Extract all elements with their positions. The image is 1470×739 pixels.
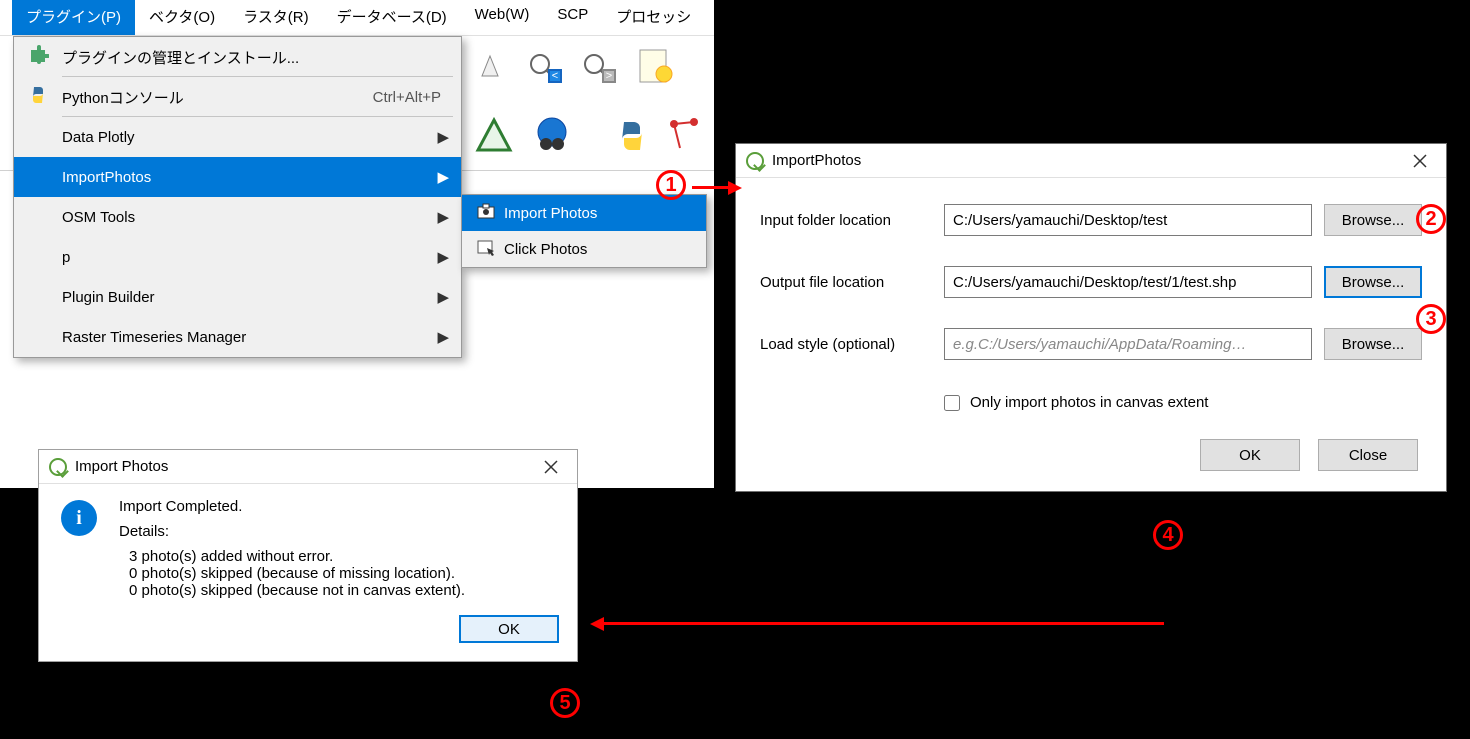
menu-vector[interactable]: ベクタ(O): [135, 0, 229, 35]
output-file-row: Output file location Browse...: [760, 266, 1422, 298]
puzzle-icon: [20, 44, 56, 71]
submenu-import-label: Import Photos: [504, 205, 597, 222]
menu-web[interactable]: Web(W): [461, 0, 544, 35]
python-icon: [20, 84, 56, 111]
plugin-menu-builder-label: Plugin Builder: [56, 289, 437, 306]
import-ok-button[interactable]: OK: [1200, 439, 1300, 471]
plugin-menu-p[interactable]: p ▶: [14, 237, 461, 277]
annotation-2: 2: [1416, 204, 1446, 234]
menu-scp[interactable]: SCP: [543, 0, 602, 35]
plugin-menu-p-label: p: [56, 249, 437, 266]
menu-plugin[interactable]: プラグイン(P): [12, 0, 135, 35]
info-icon: i: [61, 500, 97, 536]
input-browse-button[interactable]: Browse...: [1324, 204, 1422, 236]
importphotos-dialog: ImportPhotos Input folder location Brows…: [735, 143, 1447, 492]
import-title: ImportPhotos: [772, 152, 861, 169]
qgis-icon: [49, 458, 67, 476]
menu-raster[interactable]: ラスタ(R): [229, 0, 323, 35]
qgis-window: プラグイン(P) ベクタ(O) ラスタ(R) データベース(D) Web(W) …: [0, 0, 714, 488]
result-ok-button[interactable]: OK: [459, 615, 559, 643]
load-style-row: Load style (optional) Browse...: [760, 328, 1422, 360]
plugin-menu-manage[interactable]: プラグインの管理とインストール...: [14, 37, 461, 77]
annotation-3: 3: [1416, 304, 1446, 334]
load-style-field[interactable]: [944, 328, 1312, 360]
extent-checkbox-row: Only import photos in canvas extent: [944, 394, 1422, 411]
plugin-menu-python[interactable]: Pythonコンソール Ctrl+Alt+P: [14, 77, 461, 117]
menu-processing[interactable]: プロセッシ: [602, 0, 705, 35]
plugin-menu-dataplotly[interactable]: Data Plotly ▶: [14, 117, 461, 157]
import-titlebar: ImportPhotos: [736, 144, 1446, 178]
plugin-menu-importphotos-label: ImportPhotos: [56, 169, 437, 186]
svg-text:>: >: [606, 70, 612, 82]
importphotos-submenu: Import Photos Click Photos: [461, 194, 707, 268]
extent-checkbox[interactable]: [944, 395, 960, 411]
import-close-button[interactable]: Close: [1318, 439, 1418, 471]
submenu-click-label: Click Photos: [504, 241, 587, 258]
arrow-1-to-dialog: [692, 186, 728, 189]
submenu-arrow-icon: ▶: [437, 168, 449, 186]
result-titlebar: Import Photos: [39, 450, 577, 484]
arrow-dialog-to-result: [604, 622, 1164, 625]
svg-text:<: <: [552, 70, 558, 82]
output-file-label: Output file location: [760, 274, 932, 291]
submenu-arrow-icon: ▶: [437, 288, 449, 306]
annotation-5: 5: [550, 688, 580, 718]
camera-import-icon: [468, 200, 504, 226]
click-photo-icon: [468, 236, 504, 262]
close-button[interactable]: [1400, 146, 1440, 176]
input-folder-row: Input folder location Browse...: [760, 204, 1422, 236]
plugin-menu-builder[interactable]: Plugin Builder ▶: [14, 277, 461, 317]
plugin-menu-osm[interactable]: OSM Tools ▶: [14, 197, 461, 237]
result-line-2: 0 photo(s) skipped (because of missing l…: [119, 565, 465, 582]
result-line-3: 0 photo(s) skipped (because not in canva…: [119, 582, 465, 599]
menubar: プラグイン(P) ベクタ(O) ラスタ(R) データベース(D) Web(W) …: [0, 0, 714, 36]
triangle-green-icon[interactable]: [472, 114, 516, 158]
plugin-menu-python-shortcut: Ctrl+Alt+P: [373, 89, 441, 106]
output-browse-button[interactable]: Browse...: [1324, 266, 1422, 298]
submenu-arrow-icon: ▶: [437, 248, 449, 266]
globe-search-icon[interactable]: [530, 114, 574, 158]
close-button[interactable]: [531, 452, 571, 482]
load-style-label: Load style (optional): [760, 336, 932, 353]
plugin-menu: プラグインの管理とインストール... Pythonコンソール Ctrl+Alt+…: [13, 36, 462, 358]
output-file-field[interactable]: [944, 266, 1312, 298]
plugin-menu-manage-label: プラグインの管理とインストール...: [56, 47, 449, 68]
plugin-menu-rts-label: Raster Timeseries Manager: [56, 329, 437, 346]
annotation-1: 1: [656, 170, 686, 200]
zoom-next-icon[interactable]: >: [576, 46, 620, 90]
plugin-menu-rts[interactable]: Raster Timeseries Manager ▶: [14, 317, 461, 357]
import-result-dialog: Import Photos i Import Completed. Detail…: [38, 449, 578, 662]
plugin-menu-importphotos[interactable]: ImportPhotos ▶: [14, 157, 461, 197]
qgis-icon: [746, 152, 764, 170]
menu-database[interactable]: データベース(D): [323, 0, 461, 35]
annotation-4: 4: [1153, 520, 1183, 550]
result-text: Import Completed. Details: 3 photo(s) ad…: [119, 498, 465, 599]
result-title: Import Photos: [75, 458, 168, 475]
map-gear-icon[interactable]: [634, 44, 678, 88]
submenu-arrow-icon: ▶: [437, 128, 449, 146]
style-browse-button[interactable]: Browse...: [1324, 328, 1422, 360]
plugin-menu-osm-label: OSM Tools: [56, 209, 437, 226]
plugin-menu-dataplotly-label: Data Plotly: [56, 129, 437, 146]
result-details-header: Details:: [119, 523, 465, 540]
toolbar-tool-icon[interactable]: [470, 46, 514, 90]
submenu-arrow-icon: ▶: [437, 208, 449, 226]
submenu-import-photos[interactable]: Import Photos: [462, 195, 706, 231]
input-folder-field[interactable]: [944, 204, 1312, 236]
python-icon[interactable]: [610, 114, 654, 158]
submenu-click-photos[interactable]: Click Photos: [462, 231, 706, 267]
result-completed: Import Completed.: [119, 498, 465, 515]
plugin-menu-python-label: Pythonコンソール: [56, 87, 373, 108]
submenu-arrow-icon: ▶: [437, 328, 449, 346]
extent-label: Only import photos in canvas extent: [970, 394, 1208, 411]
input-folder-label: Input folder location: [760, 212, 932, 229]
node-edit-icon[interactable]: [664, 114, 708, 158]
zoom-prev-icon[interactable]: <: [522, 46, 566, 90]
result-line-1: 3 photo(s) added without error.: [119, 548, 465, 565]
